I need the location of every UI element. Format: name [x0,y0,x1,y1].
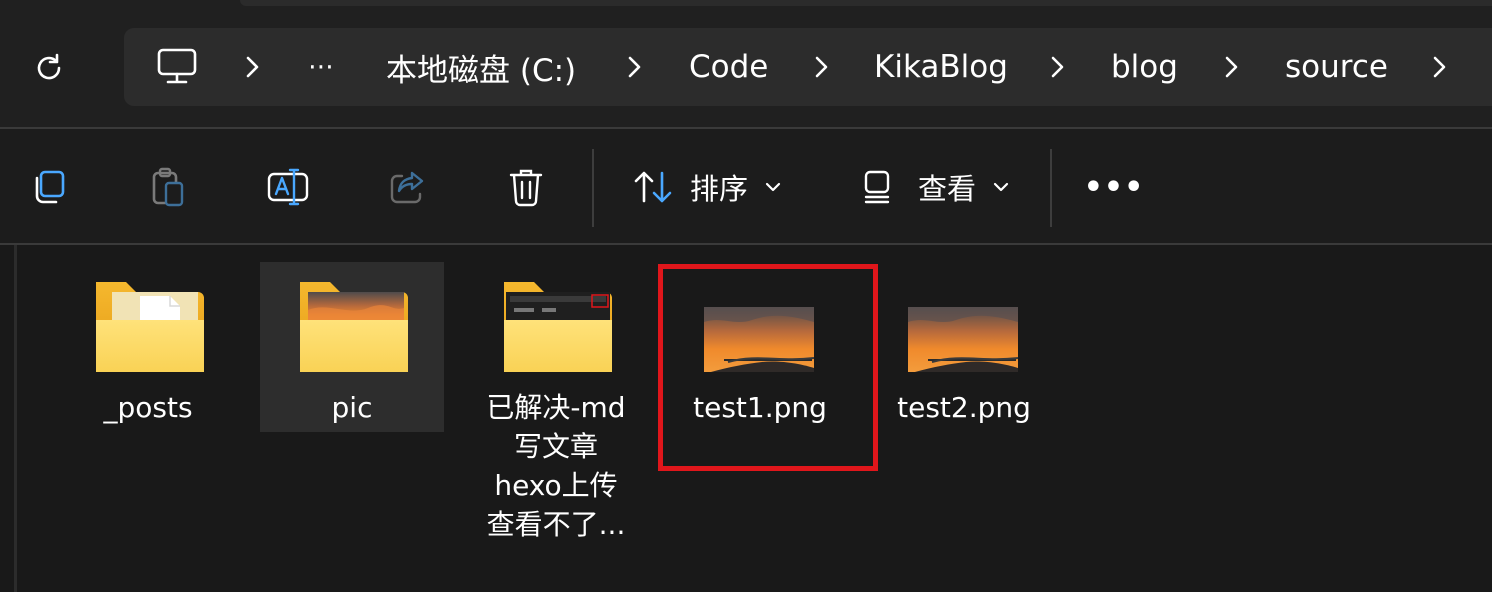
more-options-button[interactable]: ••• [1084,159,1144,215]
view-button[interactable]: 查看 [860,159,1012,215]
chevron-right-icon [1225,56,1238,78]
refresh-button[interactable] [18,40,80,96]
breadcrumb-kikablog[interactable]: KikaBlog [874,28,1008,106]
breadcrumb-separator[interactable] [624,28,644,106]
breadcrumb-separator[interactable] [1047,28,1067,106]
rename-button[interactable] [262,159,314,215]
chevron-right-icon [815,56,828,78]
file-view: _posts pic 已解决-md 写文章 hexo上传 查看不了... tes… [0,245,1492,592]
paste-button[interactable] [142,159,194,215]
refresh-icon [37,53,61,80]
file-name: test2.png [897,391,1031,424]
file-name: test1.png [693,391,827,424]
delete-button[interactable] [500,159,552,215]
command-bar: 排序 查看 ••• [0,129,1492,243]
breadcrumb-blog[interactable]: blog [1111,28,1178,106]
folder-icon [96,282,204,372]
sort-button[interactable]: 排序 [632,159,784,215]
file-name: _posts [103,391,193,424]
image-thumbnail-icon [704,307,815,372]
file-name: pic [331,391,373,424]
folder-icon [300,282,408,372]
navigation-pane-edge [14,245,17,592]
chevron-right-icon [1433,56,1446,78]
breadcrumb-separator[interactable] [1221,28,1241,106]
copy-icon [35,170,65,204]
chevron-right-icon [1051,56,1064,78]
sort-icon [634,171,672,203]
breadcrumb-separator[interactable] [242,28,262,106]
chevron-down-icon [765,182,781,192]
toolbar-separator [1050,149,1052,227]
breadcrumb-local-disk[interactable]: 本地磁盘 (C:) [386,28,576,106]
paste-icon [152,167,184,207]
delete-icon [509,169,543,207]
view-label: 查看 [918,172,977,206]
file-name: 已解决-md 写文章 hexo上传 查看不了... [486,391,626,541]
breadcrumb-overflow[interactable]: ⋯ [308,28,334,106]
folder-item-pic[interactable]: pic [260,262,444,432]
rename-icon [267,168,309,206]
breadcrumb-separator[interactable] [1429,28,1449,106]
toolbar-separator [592,149,594,227]
sort-label: 排序 [690,172,749,206]
computer-button[interactable] [156,28,198,106]
view-icon [864,170,890,204]
image-thumbnail-icon [908,307,1019,372]
copy-button[interactable] [22,159,74,215]
share-button[interactable] [382,159,434,215]
breadcrumb-source[interactable]: source [1285,28,1388,106]
share-icon [390,171,424,204]
computer-icon [157,48,197,84]
tab-edge [240,0,1492,6]
chevron-right-icon [246,56,259,78]
folder-icon [504,282,612,372]
chevron-right-icon [628,56,641,78]
breadcrumb-separator[interactable] [811,28,831,106]
breadcrumb-code[interactable]: Code [689,28,768,106]
chevron-down-icon [993,182,1009,192]
address-bar[interactable]: ⋯ 本地磁盘 (C:) Code KikaBlog blog source [124,28,1492,106]
